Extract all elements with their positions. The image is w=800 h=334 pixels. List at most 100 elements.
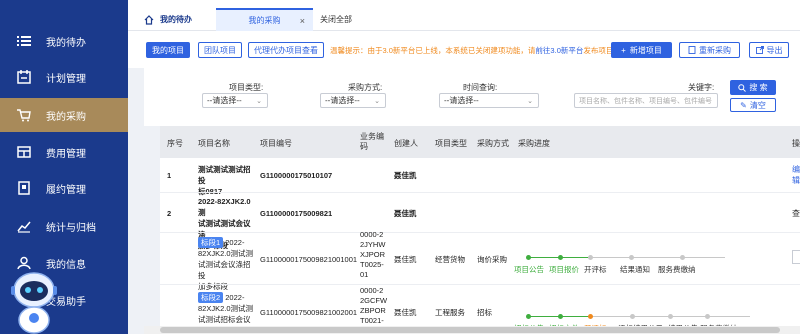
sidebar-item-label: 我的采购 [46, 111, 86, 123]
biz-line: 2JYHW [360, 240, 386, 249]
biz-line: 0000-2 [360, 286, 384, 295]
row-creator: 聂佳凯 [394, 308, 417, 317]
row-method: 询价采购 [477, 255, 507, 264]
team-projects-button[interactable]: 团队项目 [198, 42, 242, 58]
tab-bar: 我的待办 我的采购 × 关闭全部 [128, 0, 800, 31]
sidebar-item-label: 计划管理 [46, 73, 86, 85]
clear-button[interactable]: ✎ 清空 [730, 98, 776, 112]
col-action: 操 [792, 139, 800, 148]
select-value: --请选择-- [325, 96, 360, 105]
name-line: 测试测试测试招投 [198, 165, 251, 185]
toolbar: 我的项目 团队项目 代理代办项目查看 温馨提示：由于3.0新平台已上线，本系统已… [128, 31, 800, 68]
progress-step: 项目公告 [514, 265, 544, 274]
row-creator: 聂佳凯 [394, 209, 417, 218]
scrollbar-thumb[interactable] [160, 327, 780, 333]
row-action-button[interactable] [792, 250, 800, 264]
new-project-button[interactable]: + 新增项目 [611, 42, 672, 58]
row-divider [160, 192, 800, 193]
progress-segment [590, 257, 725, 258]
search-icon [738, 83, 747, 92]
section-tag: 标段2 [198, 292, 224, 303]
progress-segment [560, 257, 590, 258]
biz-line: T0025- [360, 260, 384, 269]
chart-icon [17, 221, 31, 233]
project-table: 序号 项目名称 项目编号 业务编码 创建人 项目类型 采购方式 采购进度 操 1… [160, 126, 800, 334]
name-line: 82XJK2.0测试测 [198, 249, 254, 258]
robot-icon[interactable] [8, 268, 60, 334]
tab-home[interactable]: 我的待办 [144, 8, 192, 31]
col-method: 采购方式 [477, 139, 509, 148]
new-platform-link[interactable]: 前往3.0新平台 [535, 46, 583, 55]
biz-line: 01 [360, 270, 369, 279]
row-type: 工程服务 [435, 308, 465, 317]
calendar-plan-icon [17, 70, 31, 84]
progress-dot [680, 255, 685, 260]
sidebar-item-purchase[interactable]: 我的采购 [0, 98, 128, 132]
search-button[interactable]: 搜 索 [730, 80, 776, 95]
purchase-method-select[interactable]: --请选择-- ⌄ [320, 93, 386, 108]
cart-icon [17, 109, 31, 122]
sidebar-item-label: 费用管理 [46, 148, 86, 160]
home-icon [144, 14, 154, 25]
project-type-label: 项目类型: [229, 83, 264, 92]
my-projects-button[interactable]: 我的项目 [146, 42, 190, 58]
sidebar: 我的待办 计划管理 我的采购 费用管理 履约管理 统计与归档 我的信息 交易助手 [0, 0, 128, 334]
row-type: 经营货物 [435, 255, 465, 264]
close-all-tabs[interactable]: 关闭全部 [320, 8, 352, 31]
progress-dot [526, 314, 531, 319]
progress-segment [528, 257, 560, 258]
progress-step: 开评标 [584, 265, 607, 274]
sidebar-item-statistics[interactable]: 统计与归档 [0, 209, 128, 243]
keyword-input[interactable]: 项目名称、包件名称、项目编号、包件编号 [574, 93, 718, 108]
export-button[interactable]: 导出 [749, 42, 789, 58]
row-code: G110000017500982100200​1 [260, 308, 358, 317]
sidebar-item-todo[interactable]: 我的待办 [0, 24, 128, 58]
progress-step: 项目报价 [549, 265, 579, 274]
sidebar-item-fee[interactable]: 费用管理 [0, 135, 128, 169]
tab-label: 我的采购 [248, 16, 281, 25]
col-name: 项目名称 [198, 139, 230, 148]
progress-dot [588, 314, 593, 319]
sidebar-item-plan[interactable]: 计划管理 [0, 60, 128, 94]
biz-line: T0021- [360, 316, 384, 325]
row-biz-code: 0000-2 2GCFW ZBPOR T0021- [360, 286, 390, 326]
sidebar-item-label: 我的待办 [46, 37, 86, 49]
row-index: 1 [167, 171, 172, 180]
row-creator: 聂佳凯 [394, 255, 417, 264]
sidebar-item-label: 统计与归档 [46, 222, 96, 234]
time-query-select[interactable]: --请选择-- ⌄ [439, 93, 539, 108]
row-creator: 聂佳凯 [394, 171, 417, 180]
row-action-link[interactable]: 查 [792, 208, 800, 219]
sidebar-item-contract[interactable]: 履约管理 [0, 171, 128, 205]
sidebar-item-label: 履约管理 [46, 184, 86, 196]
filter-panel: 项目类型: --请选择-- ⌄ 采购方式: --请选择-- ⌄ 时间查询: --请选… [144, 68, 800, 126]
biz-line: 0000-2 [360, 230, 384, 239]
new-project-label: 新增项目 [629, 45, 662, 55]
biz-line: ZBPOR [360, 306, 386, 315]
list-icon [17, 36, 31, 46]
row-code: G1100000175009821 [260, 209, 333, 218]
progress-step: 结果通知 [620, 265, 650, 274]
row-action-link[interactable]: 编辑 [792, 164, 800, 186]
time-query-label: 时间查询: [463, 83, 498, 92]
name-line: 2022-82XJK2.0测 [198, 197, 251, 217]
re-purchase-button[interactable]: 重新采购 [679, 42, 740, 58]
horizontal-scrollbar[interactable] [144, 326, 800, 334]
document-icon [688, 46, 696, 54]
table-header: 序号 项目名称 项目编号 业务编码 创建人 项目类型 采购方式 采购进度 操 [160, 126, 800, 158]
re-purchase-label: 重新采购 [699, 45, 731, 55]
name-line: 加多标段 [198, 282, 228, 291]
progress-dot [558, 255, 563, 260]
progress-dot [558, 314, 563, 319]
tab-my-purchase[interactable]: 我的采购 × [216, 8, 313, 31]
keyword-label: 关键字: [688, 83, 715, 92]
progress-dot [588, 255, 593, 260]
progress-dot [705, 314, 710, 319]
row-code: G110000017500982100100​1 [260, 255, 358, 264]
tab-label: 我的待办 [160, 15, 192, 24]
project-type-select[interactable]: --请选择-- ⌄ [202, 93, 268, 108]
progress-dot [526, 255, 531, 260]
agency-projects-button[interactable]: 代理代办项目查看 [248, 42, 324, 58]
select-value: --请选择-- [444, 96, 479, 105]
close-icon[interactable]: × [300, 16, 305, 26]
